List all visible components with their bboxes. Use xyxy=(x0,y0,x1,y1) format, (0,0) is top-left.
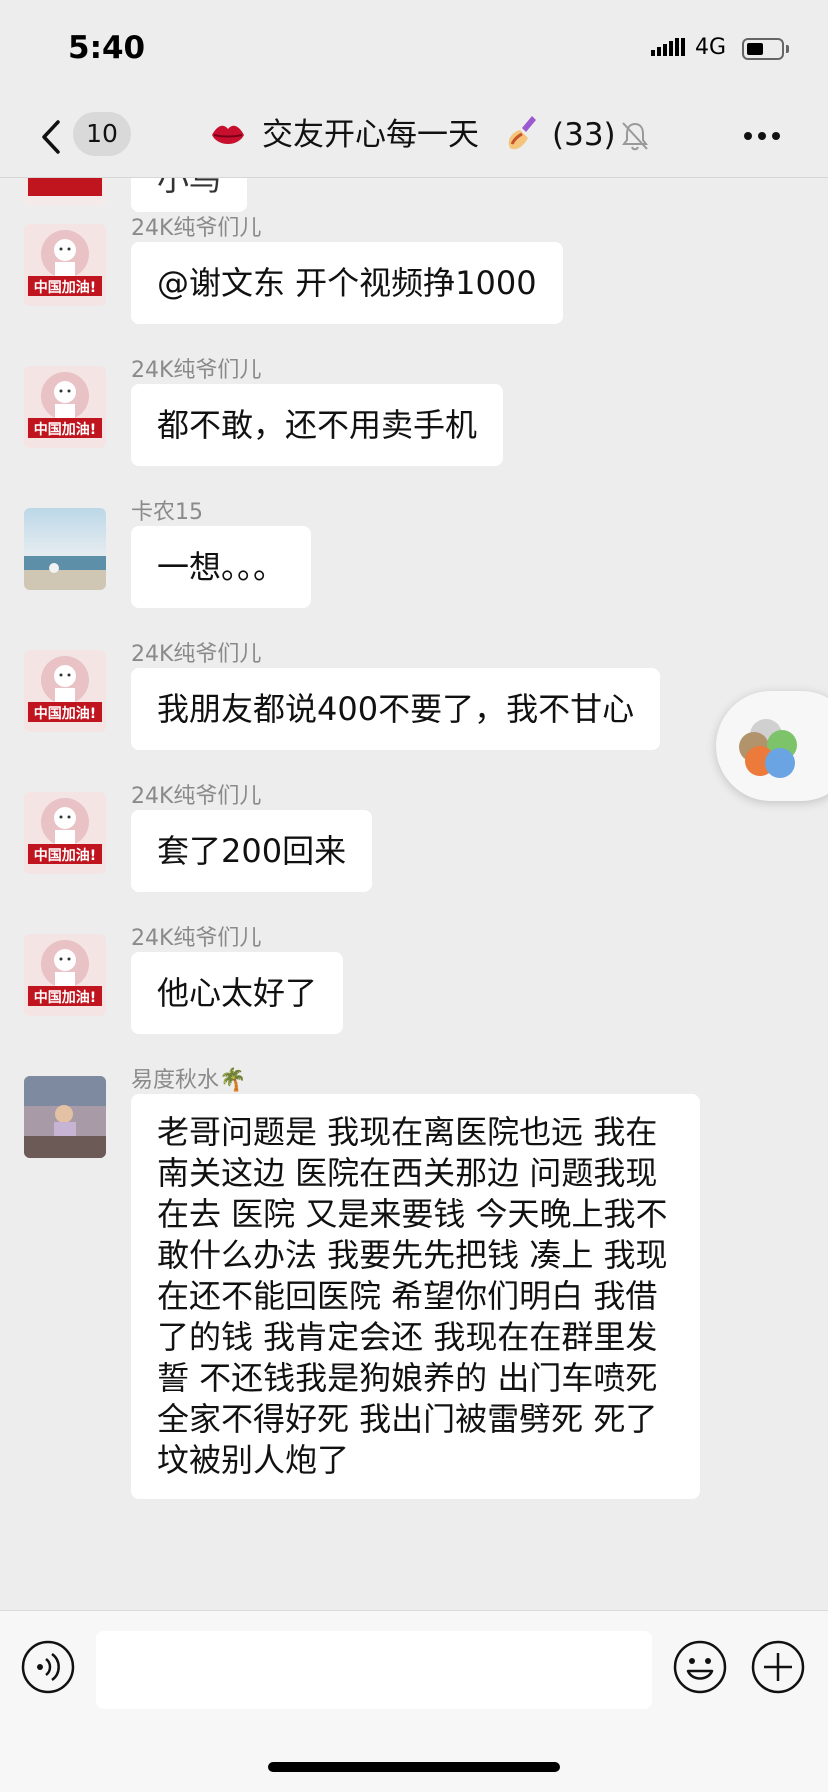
avatar-caption: 中国加油! xyxy=(33,706,97,722)
avatar[interactable] xyxy=(24,1076,106,1158)
sender-name: 24K纯爷们儿 xyxy=(131,926,262,951)
bell-slash-icon xyxy=(622,122,648,151)
avatar-caption: 中国加油! xyxy=(33,990,97,1006)
network-label: 4G xyxy=(695,35,727,60)
message-bubble[interactable]: 他心太好了 xyxy=(131,952,344,1034)
avatar[interactable] xyxy=(24,508,106,590)
floating-window-button[interactable] xyxy=(716,691,828,801)
chat-title: 交友开心每一天 xyxy=(262,117,479,153)
message-input[interactable] xyxy=(96,1631,652,1709)
avatar[interactable] xyxy=(24,178,106,206)
chat-message-list[interactable]: 小鸟 中国加油! 24K纯爷们儿 @谢文东 开个视频挣1000 中国加油! 24… xyxy=(0,178,828,1610)
voice-icon[interactable] xyxy=(20,1639,76,1695)
emoji-icon[interactable] xyxy=(672,1639,728,1695)
sender-name: 卡农15 xyxy=(131,500,203,525)
status-bar: 5:40 4G xyxy=(0,0,828,100)
avatar-caption: 中国加油! xyxy=(33,422,97,438)
more-icon[interactable] xyxy=(742,130,782,142)
battery-icon xyxy=(742,38,784,60)
sender-name: 24K纯爷们儿 xyxy=(131,784,262,809)
message-bubble[interactable]: 小鸟 xyxy=(131,178,248,212)
avatar[interactable]: 中国加油! xyxy=(24,224,106,306)
avatar[interactable]: 中国加油! xyxy=(24,934,106,1016)
avatar-caption: 中国加油! xyxy=(33,848,97,864)
unread-count-badge[interactable]: 10 xyxy=(73,112,131,156)
message-bubble[interactable]: @谢文东 开个视频挣1000 xyxy=(131,242,563,324)
avatar[interactable]: 中国加油! xyxy=(24,366,106,448)
message-bubble[interactable]: 一想。。。 xyxy=(131,526,312,608)
avatar[interactable]: 中国加油! xyxy=(24,650,106,732)
nail-polish-icon xyxy=(508,116,536,150)
signal-icon xyxy=(651,38,685,56)
sender-name: 易度秋水🌴 xyxy=(131,1068,247,1093)
chat-header: 10 交友开心每一天 (33) xyxy=(0,100,828,178)
status-time: 5:40 xyxy=(68,30,146,66)
sender-name: 24K纯爷们儿 xyxy=(131,642,262,667)
lips-icon xyxy=(212,125,244,144)
message-bubble[interactable]: 套了200回来 xyxy=(131,810,373,892)
home-indicator[interactable] xyxy=(268,1762,560,1772)
message-bubble[interactable]: 老哥问题是 我现在离医院也远 我在南关这边 医院在西关那边 问题我现在去 医院 … xyxy=(131,1094,700,1499)
message-bubble[interactable]: 都不敢，还不用卖手机 xyxy=(131,384,504,466)
member-count: (33) xyxy=(552,117,616,153)
battery-cap xyxy=(786,45,789,53)
avatar-caption: 中国加油! xyxy=(33,280,97,296)
chevron-left-icon[interactable] xyxy=(36,116,68,158)
sender-name: 24K纯爷们儿 xyxy=(131,216,262,241)
sender-name: 24K纯爷们儿 xyxy=(131,358,262,383)
avatar[interactable]: 中国加油! xyxy=(24,792,106,874)
message-bubble[interactable]: 我朋友都说400不要了，我不甘心 xyxy=(131,668,661,750)
add-icon[interactable] xyxy=(750,1639,806,1695)
